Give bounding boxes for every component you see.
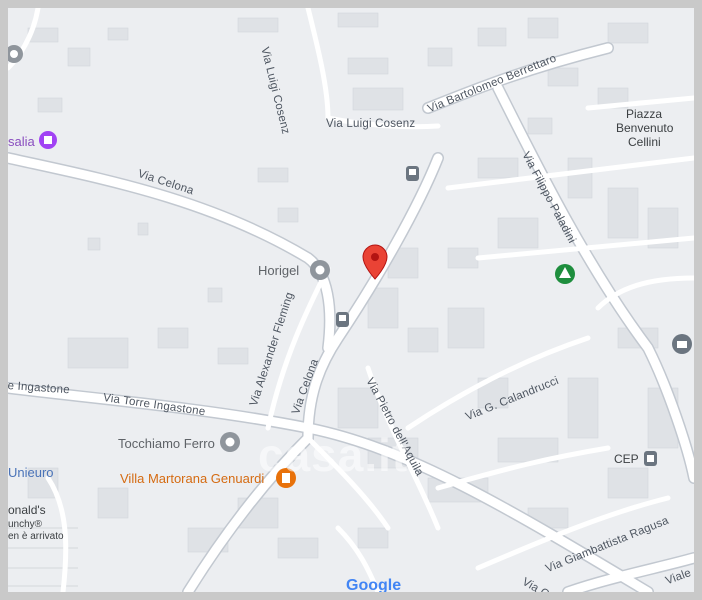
street-label-luigi-cosenz-h: Via Luigi Cosenz (326, 118, 416, 130)
place-label-cep[interactable]: CEP (614, 453, 639, 465)
map-canvas[interactable]: Via Luigi Cosenz Via Luigi Cosenz Via Ba… (8, 8, 694, 592)
place-label-horigel[interactable]: Horigel (258, 264, 299, 277)
place-label-piazza-3: Cellini (628, 135, 661, 149)
place-label-tocchiamo[interactable]: Tocchiamo Ferro (118, 437, 215, 450)
place-label-mcd-2: unchy® (8, 519, 43, 530)
place-label-piazza-2: Benvenuto (616, 121, 674, 135)
map-roads (8, 8, 694, 592)
place-label-salia[interactable]: salia (8, 135, 35, 148)
map-view[interactable]: Via Luigi Cosenz Via Luigi Cosenz Via Ba… (0, 0, 702, 600)
place-label-mcd-3: en è arrivato (8, 531, 64, 542)
google-logo: Google (346, 577, 402, 593)
place-label-unieuro[interactable]: Unieuro (8, 466, 54, 479)
watermark: casa.it (258, 429, 409, 481)
place-label-mcd-1[interactable]: onald's (8, 504, 46, 516)
place-label-piazza-1: Piazza (626, 107, 663, 121)
place-label-villa[interactable]: Villa Martorana Genuardi (120, 472, 264, 485)
